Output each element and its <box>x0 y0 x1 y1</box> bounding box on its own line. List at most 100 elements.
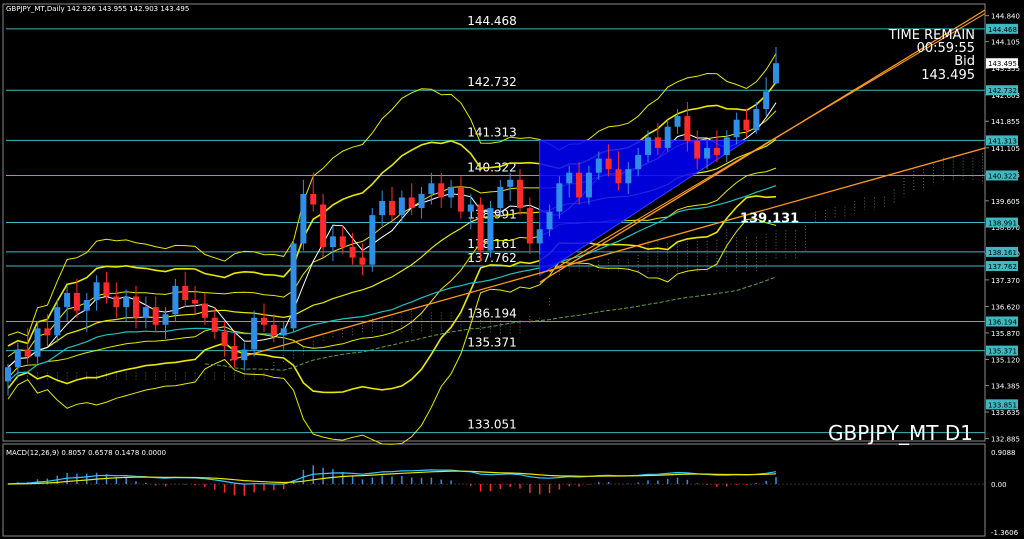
candle-body <box>24 349 31 357</box>
candle-body <box>763 91 770 110</box>
axis-tick-label: 137.370 <box>991 277 1020 285</box>
candle-body <box>576 172 583 198</box>
candle-body <box>192 300 199 304</box>
candle-body <box>566 172 573 184</box>
candle-body <box>674 116 681 127</box>
axis-tick-label: 141.855 <box>991 118 1020 126</box>
candle-body <box>467 204 474 212</box>
candle-body <box>438 183 445 198</box>
level-label: 142.732 <box>467 75 517 89</box>
candle-body <box>113 296 120 308</box>
candle-body <box>625 169 632 184</box>
candle-body <box>172 285 179 315</box>
candle-body <box>448 186 455 198</box>
axis-tick-label: 139.605 <box>991 198 1020 206</box>
candle-body <box>684 116 691 141</box>
axis-tick-label: 144.105 <box>991 39 1020 47</box>
candle-body <box>54 307 61 336</box>
symbol-watermark: GBPJPY_MT D1 <box>828 421 973 445</box>
macd-header: MACD(12,26,9) 0.8057 0.6578 0.1478 0.000… <box>6 449 166 457</box>
candle-body <box>773 63 779 84</box>
macd-axis-label: 0.9088 <box>991 449 1016 457</box>
candle-body <box>517 179 523 209</box>
axis-tick-label: 132.885 <box>991 436 1020 444</box>
price-tag-label: 142.732 <box>988 87 1017 95</box>
price-tag-label: 144.468 <box>988 26 1017 34</box>
candle-body <box>44 328 51 336</box>
candle-body <box>428 183 435 194</box>
candle-body <box>398 197 405 216</box>
candle-body <box>251 317 258 350</box>
candle-body <box>369 215 376 265</box>
candle-body <box>704 147 711 159</box>
axis-tick-label: 135.870 <box>991 330 1020 338</box>
candle-body <box>585 172 592 198</box>
candle-body <box>201 303 208 318</box>
candle-body <box>103 282 110 297</box>
candle-body <box>231 346 238 361</box>
price-chart[interactable]: 144.468 142.732 141.313 140.322 138.991 138.1… <box>0 0 1024 539</box>
candle-body <box>64 292 71 308</box>
chart-header: GBPJPY_MT,Daily 142.926 143.955 142.903 … <box>6 5 189 13</box>
candle-body <box>526 208 533 244</box>
axis-tick-label: 135.120 <box>991 356 1020 364</box>
candle-body <box>270 324 277 336</box>
candle-body <box>556 183 563 212</box>
candle-body <box>645 137 651 156</box>
level-label: 133.051 <box>467 418 517 432</box>
candle-body <box>241 349 248 361</box>
candle-body <box>723 137 730 156</box>
candle-body <box>389 201 395 216</box>
candle-body <box>211 317 218 332</box>
candle-body <box>152 307 159 325</box>
candle-body <box>349 246 356 258</box>
candle-body <box>310 193 317 205</box>
candle-body <box>142 307 149 318</box>
candle-body <box>743 119 750 131</box>
candle-body <box>329 236 336 247</box>
price-tag-label: 137.762 <box>988 263 1017 271</box>
candle-body <box>546 211 553 230</box>
candle-body <box>654 137 661 148</box>
candle-body <box>408 197 415 209</box>
candle-body <box>635 155 642 170</box>
candle-body <box>457 186 464 212</box>
candle-body <box>221 331 228 347</box>
candle-body <box>507 179 514 187</box>
candle-body <box>359 257 366 265</box>
candle-body <box>477 204 484 251</box>
bid-label: Bid <box>954 54 975 69</box>
price-tag-label: 141.313 <box>988 137 1017 145</box>
candle-body <box>536 229 543 244</box>
candle-body <box>605 158 612 170</box>
axis-tick-label: 136.620 <box>991 303 1020 311</box>
price-tag-label: 136.194 <box>988 318 1017 326</box>
candle-body <box>694 140 701 159</box>
axis-tick-label: 133.635 <box>991 409 1020 417</box>
candle-body <box>713 147 720 156</box>
candle-body <box>73 292 80 311</box>
axis-tick-label: 134.385 <box>991 382 1020 390</box>
level-label: 137.762 <box>467 251 517 265</box>
price-tag-label: 143.495 <box>988 60 1017 68</box>
price-tag-label: 140.322 <box>988 172 1017 180</box>
candle-body <box>497 186 504 209</box>
candle-body <box>93 282 100 301</box>
candle-body <box>339 236 346 247</box>
price-tag-label: 135.371 <box>988 348 1017 356</box>
candle-body <box>133 296 139 318</box>
candle-body <box>123 296 130 308</box>
candle-body <box>595 158 602 173</box>
price-tag-label: 138.991 <box>988 220 1017 228</box>
candle-body <box>182 285 189 301</box>
macd-axis-label: -1.3606 <box>991 529 1019 537</box>
candle-body <box>300 193 307 244</box>
candle-body <box>379 201 386 216</box>
candle-body <box>615 169 622 184</box>
level-annotation: 139.131 <box>740 212 799 227</box>
level-label: 144.468 <box>467 14 517 28</box>
bid-value: 143.495 <box>921 68 975 83</box>
axis-tick-label: 141.105 <box>991 145 1020 153</box>
price-tag-label: 138.161 <box>988 249 1017 257</box>
candle-body <box>14 349 21 368</box>
